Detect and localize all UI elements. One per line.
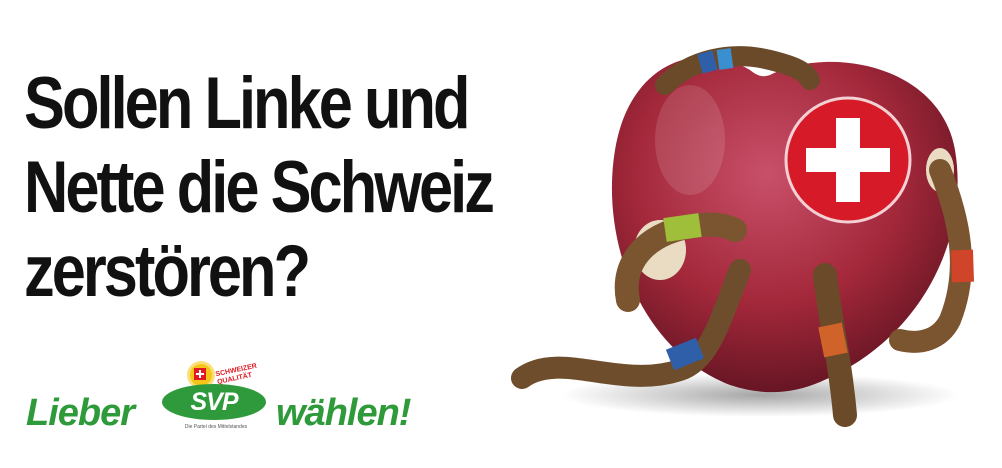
headline-line-1: Sollen Linke und (24, 63, 471, 144)
svp-logo: SCHWEIZER QUALITÄT SVP Die Partei des Mi… (156, 363, 276, 444)
slogan-before: Lieber (26, 392, 135, 434)
swiss-flag-icon (194, 368, 206, 380)
campaign-poster: Sollen Linke und Nette die Schweiz zerst… (0, 0, 1002, 468)
svp-badge-text: SVP (190, 387, 238, 416)
headline-line-2: Nette die Schweiz (24, 147, 495, 228)
apple-with-worms-illustration (511, 46, 974, 427)
slogan: Lieber SCHWEIZER QUALITÄT SVP Die Partei… (26, 363, 466, 446)
headline: Sollen Linke und Nette die Schweiz zerst… (24, 62, 495, 314)
apple-highlight (655, 85, 725, 195)
slogan-after: wählen! (276, 392, 411, 434)
svp-badge: SVP (162, 384, 266, 420)
logo-tagline: Die Partei des Mittelstandes (184, 424, 248, 430)
swiss-cross-horizontal (806, 148, 890, 172)
headline-line-3: zerstören? (24, 231, 311, 312)
quality-label: SCHWEIZER QUALITÄT (214, 362, 258, 387)
